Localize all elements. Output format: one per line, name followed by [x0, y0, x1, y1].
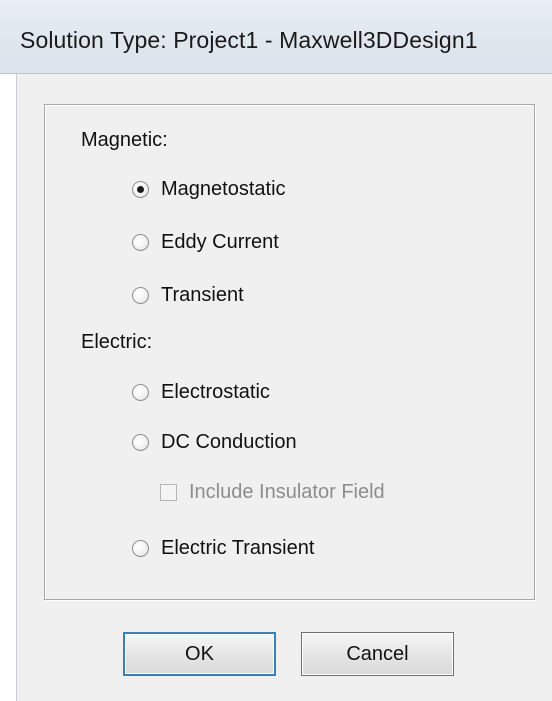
checkbox-label: Include Insulator Field [189, 480, 385, 503]
dialog-client-area: Magnetic: Magnetostatic Eddy Current Tra… [16, 74, 552, 701]
radio-eddy-current[interactable]: Eddy Current [132, 228, 279, 256]
checkbox-indicator [160, 483, 177, 501]
radio-electric-transient[interactable]: Electric Transient [132, 534, 314, 562]
cancel-button[interactable]: Cancel [301, 632, 454, 676]
radio-selected-dot [137, 185, 144, 193]
radio-label[interactable]: DC Conduction [161, 431, 297, 454]
magnetic-label: Magnetic: [81, 129, 168, 151]
checkbox-include-insulator-field: Include Insulator Field [160, 478, 385, 506]
radio-label[interactable]: Electrostatic [161, 381, 270, 404]
radio-button-indicator[interactable] [132, 539, 149, 557]
title-bar[interactable]: Solution Type: Project1 - Maxwell3DDesig… [0, 0, 552, 74]
radio-button-indicator[interactable] [132, 233, 149, 251]
electric-label: Electric: [81, 331, 153, 353]
radio-label[interactable]: Electric Transient [161, 537, 314, 560]
radio-button-indicator[interactable] [132, 433, 149, 451]
radio-label[interactable]: Transient [161, 284, 244, 307]
radio-magnetostatic[interactable]: Magnetostatic [132, 175, 286, 203]
radio-button-indicator[interactable] [132, 286, 149, 304]
radio-dc-conduction[interactable]: DC Conduction [132, 428, 297, 456]
radio-label[interactable]: Magnetostatic [161, 178, 286, 201]
dialog-title: Solution Type: Project1 - Maxwell3DDesig… [20, 27, 478, 53]
radio-transient[interactable]: Transient [132, 281, 244, 309]
solution-type-dialog: Solution Type: Project1 - Maxwell3DDesig… [0, 0, 552, 701]
solution-type-group: Magnetic: Magnetostatic Eddy Current Tra… [44, 104, 535, 600]
radio-button-indicator[interactable] [132, 180, 149, 198]
radio-button-indicator[interactable] [132, 383, 149, 401]
ok-button[interactable]: OK [123, 632, 276, 676]
radio-label[interactable]: Eddy Current [161, 231, 279, 254]
radio-electrostatic[interactable]: Electrostatic [132, 378, 270, 406]
